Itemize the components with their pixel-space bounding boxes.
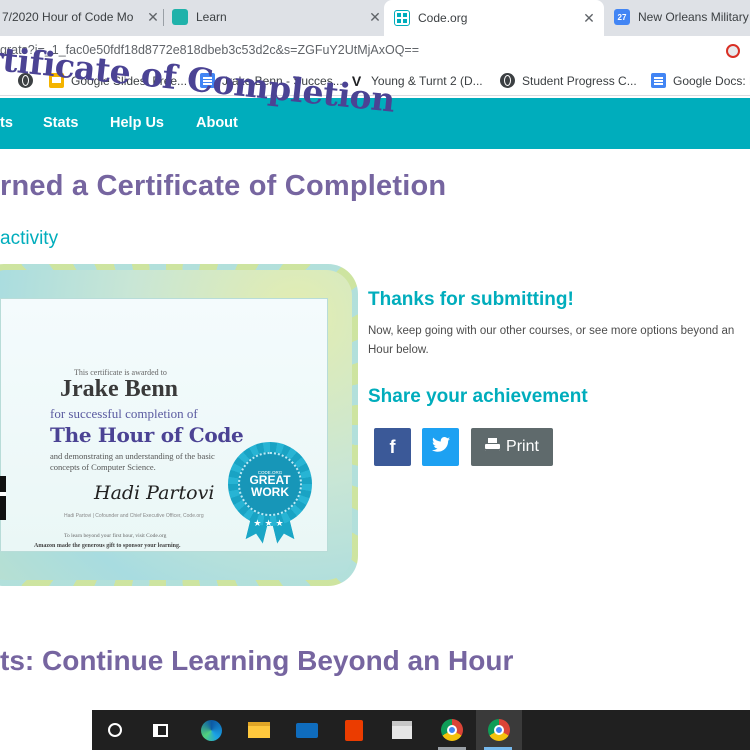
edge-icon <box>200 719 222 741</box>
folder-icon <box>248 722 270 738</box>
store-app-button[interactable] <box>390 718 414 742</box>
chrome-app-button-active[interactable] <box>487 718 511 742</box>
calendar-favicon-icon: 27 <box>614 9 630 25</box>
certificate-learn-more: To learn beyond your first hour, visit C… <box>64 533 167 539</box>
chrome-icon <box>488 719 510 741</box>
office-app-button[interactable] <box>342 718 366 742</box>
tab-strip: 7/2020 Hour of Code Mo ✕ Learn ✕ Code.or… <box>0 0 750 36</box>
tab-title: 7/2020 Hour of Code Mo <box>2 10 134 24</box>
bookmark-label: Student Progress C... <box>522 73 637 88</box>
task-view-icon <box>152 723 168 737</box>
close-icon[interactable]: ✕ <box>146 9 160 26</box>
tab-divider <box>163 9 164 26</box>
printer-icon <box>485 438 501 453</box>
twitter-share-button[interactable] <box>422 428 459 466</box>
certificate-demonstrating-text: and demonstrating an understanding of th… <box>50 451 215 472</box>
tab-code-org[interactable]: Code.org ✕ <box>384 0 604 36</box>
badge-core: CODE.ORG GREAT WORK <box>238 452 302 516</box>
print-button[interactable]: Print <box>471 428 553 466</box>
mail-icon <box>296 722 318 738</box>
tab-hour-of-code[interactable]: 7/2020 Hour of Code Mo ✕ <box>0 0 160 34</box>
great-work-badge: CODE.ORG GREAT WORK ★★★ <box>228 442 312 526</box>
certificate-signer: Hadi Partovi | Cofounder and Chief Execu… <box>64 513 204 519</box>
close-icon[interactable]: ✕ <box>582 10 596 27</box>
code-org-favicon-icon <box>394 10 410 26</box>
bookmark-label: Google Docs: F <box>673 73 750 88</box>
tab-title: Learn <box>196 10 227 24</box>
qr-code-icon <box>0 476 6 520</box>
nav-item-help-us[interactable]: Help Us <box>110 115 164 131</box>
nav-item-stats[interactable]: Stats <box>43 115 78 131</box>
keep-going-text: Now, keep going with our other courses, … <box>368 325 735 356</box>
chrome-icon <box>441 719 463 741</box>
certificate-recipient-name: Jrake Benn <box>60 376 179 402</box>
facebook-icon: f <box>389 436 396 457</box>
globe-icon <box>500 73 515 88</box>
doc-icon <box>651 73 666 88</box>
office-icon <box>345 719 363 741</box>
print-button-label: Print <box>506 438 539 455</box>
tab-title: New Orleans Military <box>638 10 749 24</box>
continue-learning-heading: ts: Continue Learning Beyond an Hour <box>0 645 514 676</box>
tab-learn[interactable]: Learn ✕ <box>172 0 382 34</box>
nav-item-projects[interactable]: ts <box>0 115 13 131</box>
twitter-icon <box>431 437 450 457</box>
bookmark-student-progress[interactable]: Student Progress C... <box>500 73 637 88</box>
badge-work-text: WORK <box>251 485 289 499</box>
chrome-app-button[interactable] <box>440 718 464 742</box>
activity-subheading: activity <box>0 228 59 249</box>
tab-new-orleans-military[interactable]: 27 New Orleans Military <box>614 0 750 34</box>
extension-icon[interactable] <box>726 44 740 58</box>
certificate-signature: Hadi Partovi <box>94 482 215 504</box>
taskbar <box>92 710 750 750</box>
thanks-heading: Thanks for submitting! <box>368 289 574 310</box>
nav-item-about[interactable]: About <box>196 115 238 131</box>
taskbar-search-button[interactable] <box>103 718 127 742</box>
file-explorer-button[interactable] <box>247 718 271 742</box>
store-icon <box>392 721 412 739</box>
share-heading: Share your achievement <box>368 386 588 407</box>
search-circle-icon <box>108 723 122 737</box>
close-icon[interactable]: ✕ <box>368 9 382 26</box>
certificate-course-name: The Hour of Code <box>50 423 244 447</box>
task-view-button[interactable] <box>148 718 172 742</box>
learn-favicon-icon <box>172 9 188 25</box>
certificate-sponsor-text: Amazon made the generous gift to sponsor… <box>34 543 181 549</box>
tab-title: Code.org <box>418 11 468 25</box>
page-title: rned a Certificate of Completion <box>0 170 447 202</box>
mail-app-button[interactable] <box>295 718 319 742</box>
bookmark-google-docs[interactable]: Google Docs: F <box>651 73 750 88</box>
edge-app-button[interactable] <box>199 718 223 742</box>
facebook-share-button[interactable]: f <box>374 428 411 466</box>
star-icon: ★★★ <box>253 518 287 528</box>
certificate-success-text: for successful completion of <box>50 406 198 421</box>
